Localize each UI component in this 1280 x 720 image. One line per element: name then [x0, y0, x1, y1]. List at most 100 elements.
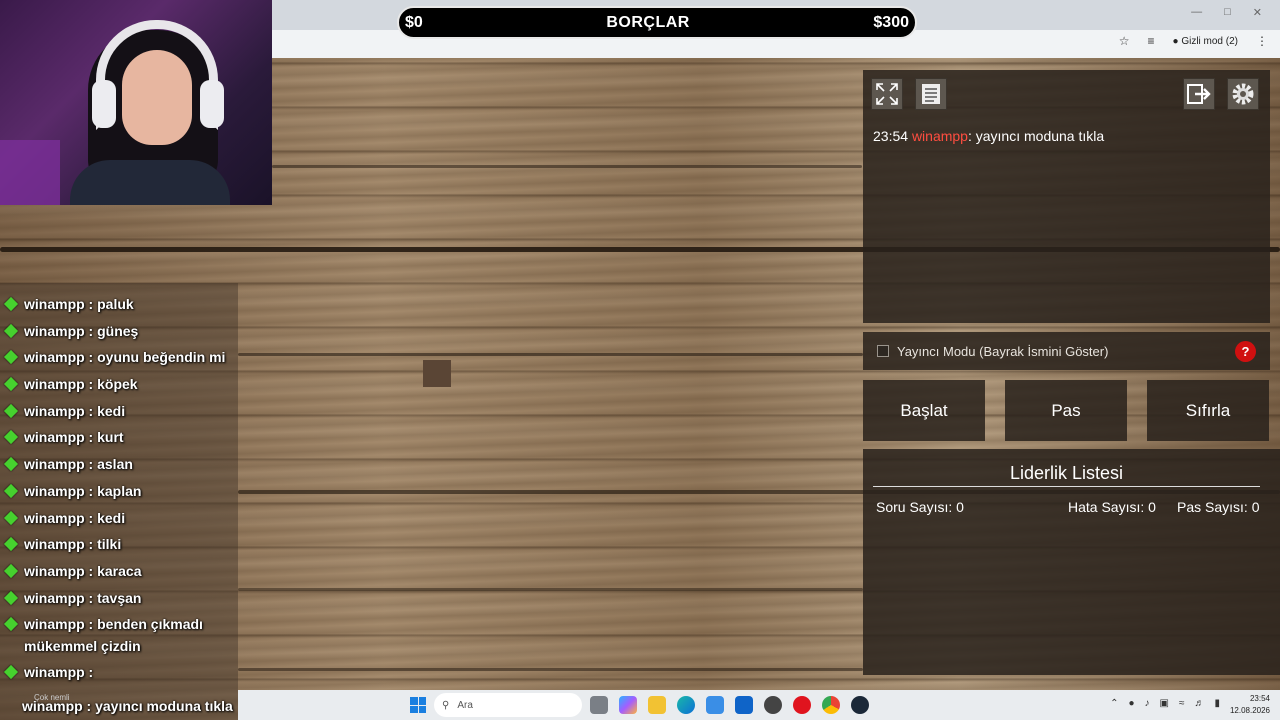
wood-crack	[238, 588, 863, 591]
system-tray: ⌃ ● ♪ ▣ ≈ ♬ ▮	[1110, 698, 1220, 709]
wood-crack	[238, 353, 863, 356]
pass-count: Pas Sayısı: 0	[1177, 499, 1260, 515]
overlay-chat: winampp : paluk winampp : güneş winampp : …	[0, 283, 238, 720]
chat-badge-icon	[3, 296, 19, 312]
start-button[interactable]: Başlat	[863, 380, 985, 441]
webcam-background-light	[0, 140, 60, 205]
message-time: 23:54	[873, 128, 909, 144]
chat-badge-icon	[3, 457, 19, 472]
incognito-label: Gizli mod (2)	[1181, 35, 1238, 47]
outlook-icon[interactable]	[735, 696, 753, 714]
task-view-icon[interactable]	[590, 696, 608, 714]
chat-item: winampp :	[0, 661, 238, 688]
chat-item-text: winampp : karaca	[24, 562, 142, 579]
chat-item: winampp : aslan	[0, 453, 238, 480]
wifi-icon[interactable]: ≈	[1179, 698, 1185, 709]
display-icon[interactable]: ▣	[1160, 698, 1169, 709]
message-text: : yayıncı moduna tıkla	[967, 128, 1105, 144]
incognito-indicator[interactable]: ● Gizli mod (2)	[1172, 36, 1238, 47]
chat-item: winampp : kurt	[0, 426, 238, 453]
game-chat-panel: 23:54 winampp: yayıncı moduna tıkla	[863, 70, 1270, 323]
bookmark-star-icon[interactable]: ☆	[1119, 34, 1130, 48]
tray-chevron-icon[interactable]: ⌃	[1110, 698, 1118, 709]
debt-title: BORÇLAR	[606, 13, 690, 31]
copilot-icon[interactable]	[619, 696, 637, 714]
taskbar-search[interactable]: ⚲ Ara	[434, 693, 582, 717]
chat-badge-icon	[3, 665, 19, 680]
microphone-icon[interactable]: ♪	[1145, 698, 1150, 709]
chat-badge-icon	[3, 617, 19, 632]
exit-icon[interactable]	[1183, 78, 1215, 110]
chat-badge-icon	[3, 590, 19, 605]
chat-item-text: winampp : aslan	[24, 456, 133, 473]
chat-item: winampp : tavşan	[0, 587, 238, 614]
leaderboard-panel: Liderlik Listesi Soru Sayısı: 0 Hata Say…	[863, 449, 1280, 675]
taskbar-clock[interactable]: 23:54 12.08.2026	[1230, 693, 1270, 717]
chat-item: winampp : paluk	[0, 293, 238, 320]
webcam-person-body	[70, 160, 230, 205]
windows-taskbar: ⚲ Ara ⌃ ● ♪ ▣ ≈ ♬ ▮ 23:54 12.08.2026	[238, 690, 1280, 720]
menu-kebab-icon[interactable]: ⋮	[1256, 34, 1268, 48]
chat-item-text: winampp : oyunu beğendin mi	[24, 349, 226, 366]
debt-right-value: $300	[873, 13, 909, 31]
chat-item: winampp : kedi	[0, 400, 238, 427]
opera-icon[interactable]	[793, 696, 811, 714]
maximize-icon[interactable]: □	[1224, 6, 1231, 19]
browser-toolbar-icons: ☆ ≡ ● Gizli mod (2) ⋮	[1119, 34, 1268, 48]
debt-left-value: $0	[405, 13, 423, 31]
chat-item-text: winampp : güneş	[24, 322, 139, 339]
chrome-icon[interactable]	[822, 696, 840, 714]
question-count: Soru Sayısı: 0	[876, 499, 964, 515]
chat-badge-icon	[3, 403, 19, 418]
headset-earcup-left	[92, 80, 116, 128]
network-icon[interactable]: ●	[1128, 698, 1134, 709]
edge-browser-icon[interactable]	[677, 696, 695, 714]
taskbar-search-placeholder: Ara	[457, 699, 473, 711]
chat-badge-icon	[3, 483, 19, 498]
chat-list: winampp : paluk winampp : güneş winampp : …	[0, 293, 238, 688]
headset-earcup-right	[200, 80, 224, 128]
settings-gear-icon[interactable]	[1227, 78, 1259, 110]
volume-icon[interactable]: ♬	[1194, 698, 1204, 709]
chat-badge-icon	[3, 510, 19, 525]
chat-item: winampp : güneş	[0, 320, 238, 347]
chat-badge-icon	[3, 563, 19, 578]
chat-item-text: winampp :	[24, 664, 94, 681]
chat-item: winampp : köpek	[0, 373, 238, 400]
chat-cut-line	[0, 283, 238, 293]
battery-icon[interactable]: ▮	[1214, 698, 1220, 709]
error-count: Hata Sayısı: 0	[1068, 499, 1156, 515]
chat-item: winampp : tilki	[0, 533, 238, 560]
gaming-app-icon[interactable]	[764, 696, 782, 714]
wood-crack	[238, 668, 863, 671]
steam-icon[interactable]	[851, 696, 869, 714]
chat-badge-icon	[3, 537, 19, 552]
drawing-marker	[423, 360, 451, 387]
document-icon[interactable]	[915, 78, 947, 110]
streamer-mode-label[interactable]: Yayıncı Modu (Bayrak İsmini Göster)	[897, 344, 1108, 359]
chat-badge-icon	[3, 323, 19, 338]
fullscreen-icon[interactable]	[871, 78, 903, 110]
streamer-mode-row: Yayıncı Modu (Bayrak İsmini Göster) ?	[863, 332, 1270, 370]
pass-button[interactable]: Pas	[1005, 380, 1127, 441]
chat-item: winampp : benden çıkmadı mükemmel çizdin	[0, 613, 238, 661]
chat-item-text: winampp : kedi	[24, 509, 126, 526]
file-explorer-icon[interactable]	[648, 696, 666, 714]
streamer-mode-checkbox[interactable]	[877, 345, 889, 357]
chat-item: winampp : karaca	[0, 560, 238, 587]
close-icon[interactable]: ✕	[1253, 6, 1262, 19]
debt-bar: $0 BORÇLAR $300	[397, 6, 917, 39]
chat-item: winampp : oyunu beğendin mi	[0, 346, 238, 373]
leaderboard-divider	[873, 486, 1260, 487]
chat-item: winampp : kaplan	[0, 480, 238, 507]
message-user: winampp	[911, 128, 968, 144]
help-icon[interactable]: ?	[1235, 341, 1256, 362]
store-icon[interactable]	[706, 696, 724, 714]
minimize-icon[interactable]: —	[1191, 6, 1202, 19]
chat-badge-icon	[3, 376, 19, 392]
reset-button[interactable]: Sıfırla	[1147, 380, 1269, 441]
reading-list-icon[interactable]: ≡	[1147, 34, 1154, 48]
chat-item-text: winampp : benden çıkmadı mükemmel çizdin	[24, 616, 203, 655]
clock-time: 23:54	[1249, 694, 1270, 703]
windows-start-icon[interactable]	[410, 697, 426, 713]
